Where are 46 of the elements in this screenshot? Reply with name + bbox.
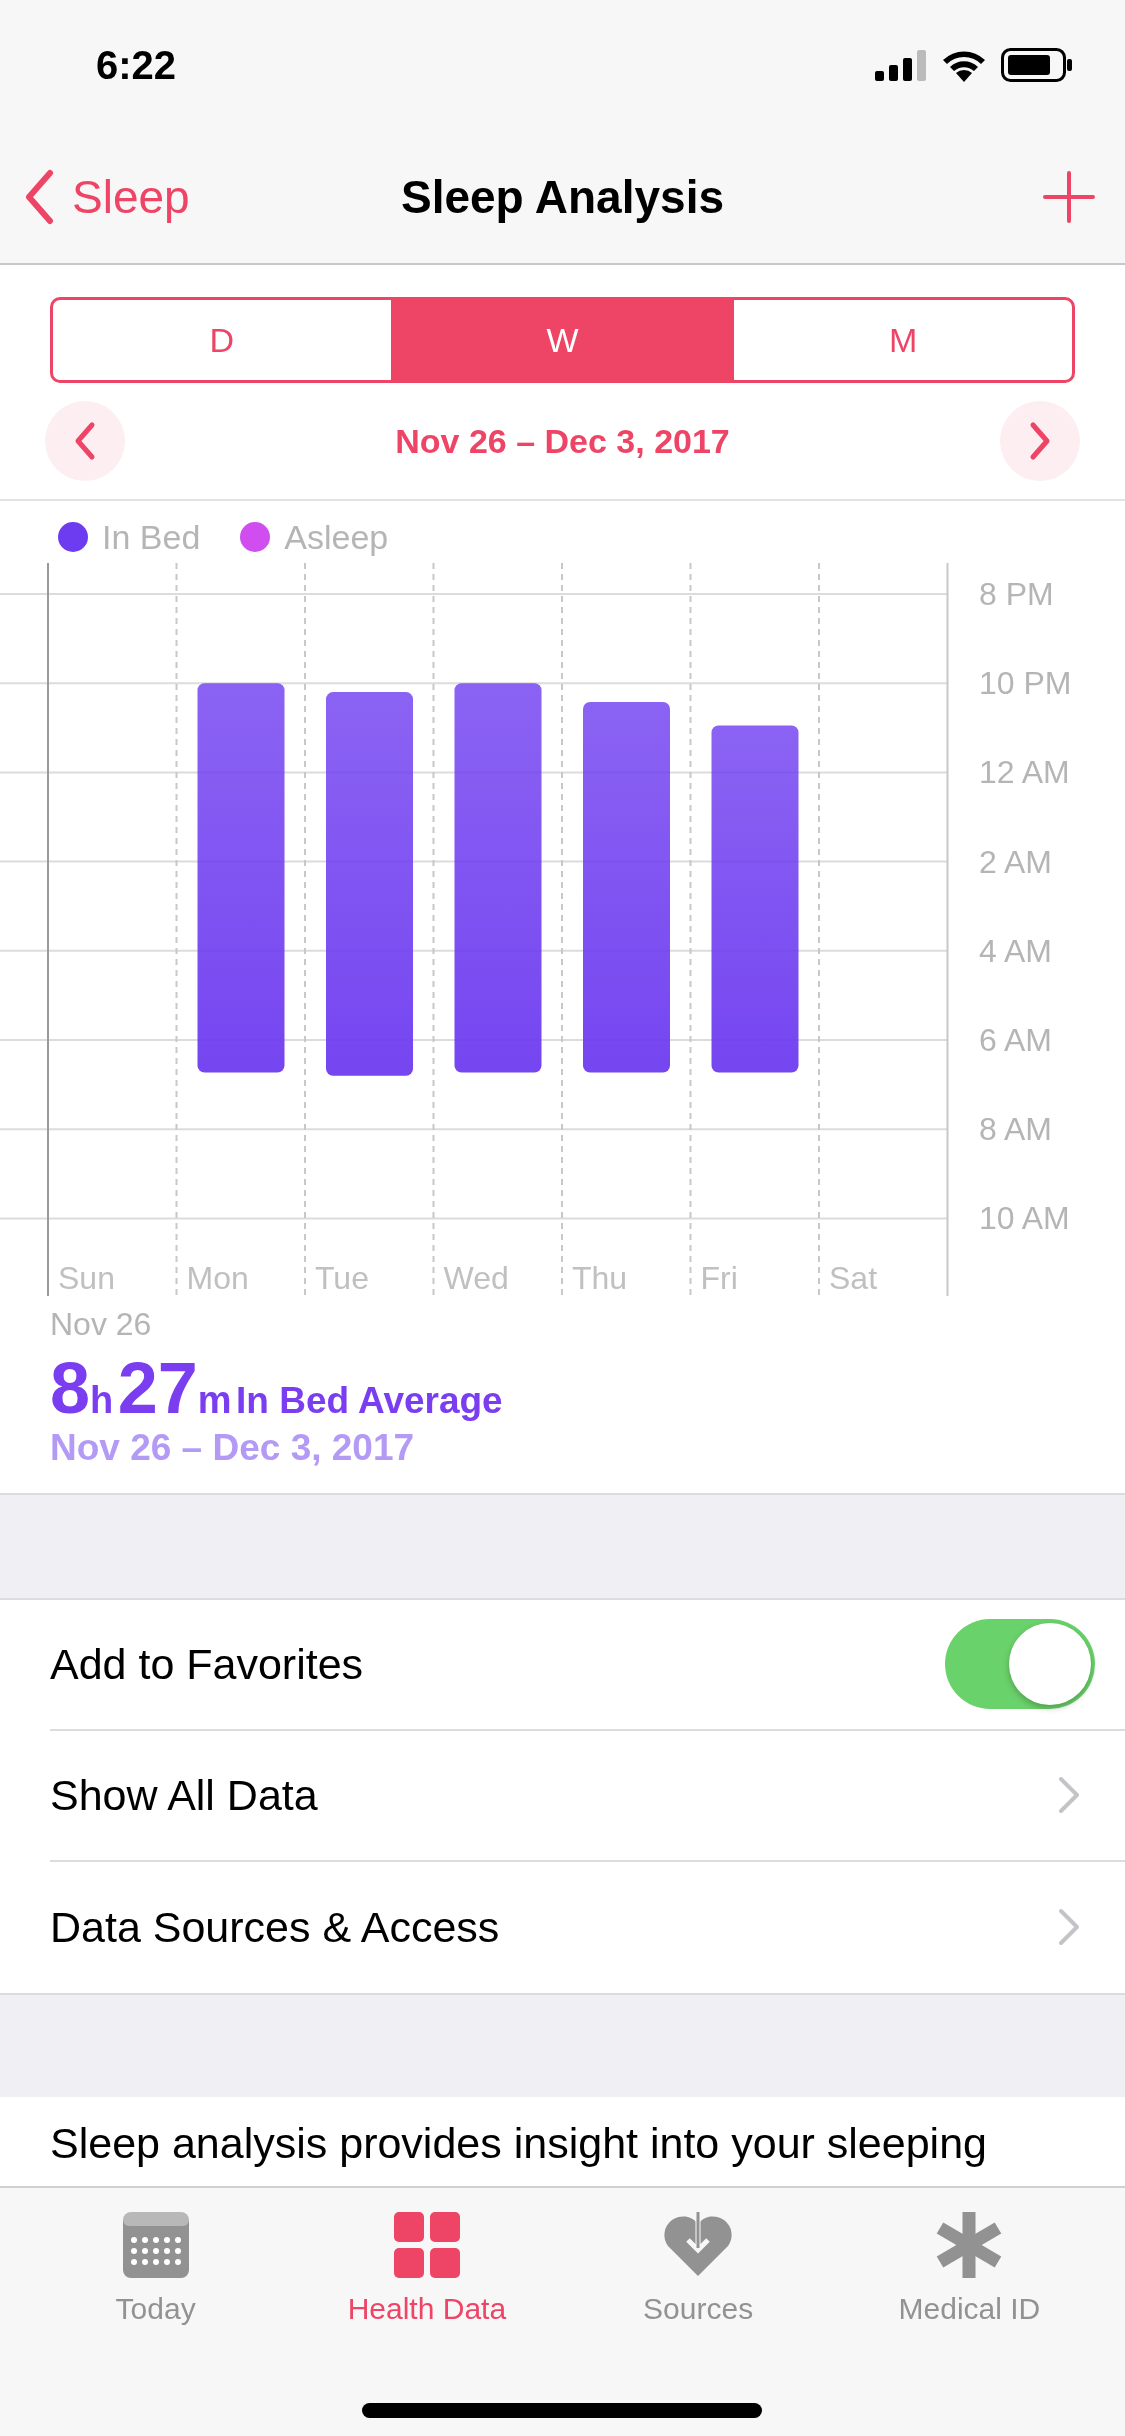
segment-tab[interactable]: M: [731, 297, 1075, 383]
axis-label: 4 AM: [979, 932, 1052, 969]
row-label: Data Sources & Access: [50, 1902, 500, 1952]
legend-label: In Bed: [102, 517, 201, 557]
tab-bar-item[interactable]: Sources: [562, 2188, 834, 2436]
day-label: Tue: [315, 1260, 369, 1296]
day-label: Sat: [829, 1260, 878, 1296]
row-label: Add to Favorites: [50, 1639, 364, 1689]
settings-row[interactable]: Add to Favorites: [50, 1599, 1125, 1731]
day-label: Thu: [572, 1260, 628, 1296]
chevron-left-icon: [24, 168, 54, 225]
axis-label: 8 PM: [979, 576, 1054, 612]
wifi-icon: [941, 48, 987, 82]
axis-label: 8 AM: [979, 1111, 1052, 1148]
battery-icon: [1001, 48, 1073, 82]
date-range: Nov 26 – Dec 3, 2017: [395, 421, 730, 461]
grid-icon: [391, 2210, 462, 2280]
axis-label: 10 AM: [979, 1200, 1070, 1237]
tab-bar-item[interactable]: Health Data: [291, 2188, 563, 2436]
settings-row[interactable]: Show All Data: [50, 1730, 1125, 1862]
add-icon[interactable]: [1043, 170, 1095, 223]
description-text: Sleep analysis provides insight into your sleeping: [50, 2118, 987, 2167]
segment-tab[interactable]: D: [50, 297, 394, 383]
chart-start-label: Nov 26: [50, 1306, 153, 1343]
axis-label: 6 AM: [979, 1022, 1052, 1058]
signal-icon: [875, 49, 927, 81]
day-label: Fri: [700, 1260, 738, 1296]
axis-label: 10 PM: [979, 665, 1072, 702]
day-label: Wed: [443, 1260, 509, 1296]
tab-bar-item[interactable]: Medical ID: [833, 2188, 1105, 2436]
average-date-range: Nov 26 – Dec 3, 2017: [50, 1426, 416, 1469]
tab-bar-item[interactable]: Today: [20, 2188, 292, 2436]
calendar-icon: [120, 2210, 191, 2280]
status-time: 6:22: [96, 42, 177, 88]
axis-label: 12 AM: [979, 754, 1070, 791]
chevron-right-icon: [1058, 1908, 1080, 1947]
axis-label: 2 AM: [979, 843, 1052, 880]
day-label: Mon: [186, 1260, 249, 1296]
settings-row[interactable]: Data Sources & Access: [50, 1861, 1125, 1993]
legend-label: Asleep: [284, 517, 389, 557]
back-button[interactable]: Sleep: [24, 168, 190, 225]
row-label: Show All Data: [50, 1770, 318, 1820]
screen-title: Sleep Analysis: [401, 169, 724, 224]
average-value: 8h 27m In Bed Average: [50, 1351, 504, 1427]
day-label: Sun: [58, 1260, 115, 1296]
chevron-right-icon: [1058, 1776, 1080, 1815]
